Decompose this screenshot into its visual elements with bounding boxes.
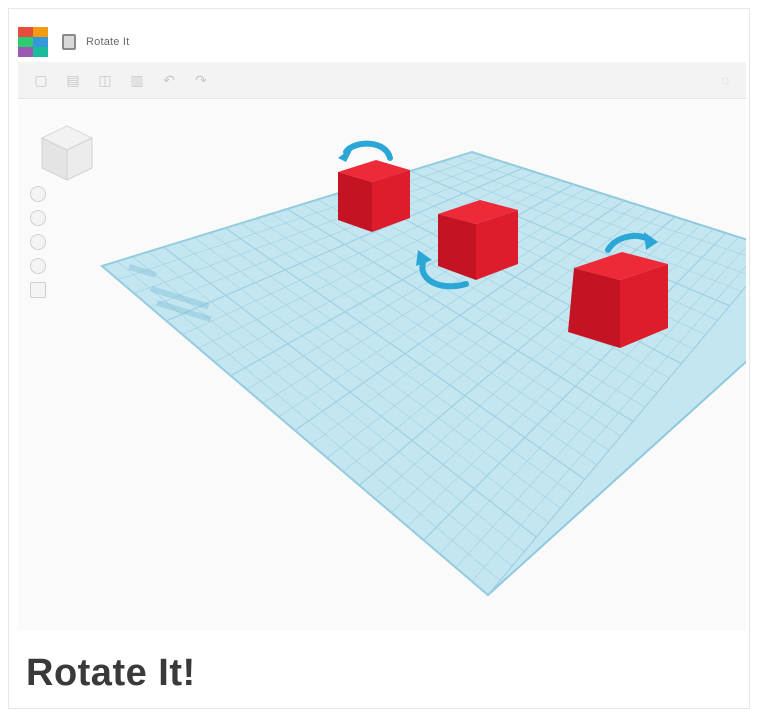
scene <box>99 140 746 597</box>
card-caption[interactable]: Rotate It! <box>26 652 196 695</box>
delete-icon[interactable]: ▥ <box>128 71 146 89</box>
undo-icon[interactable]: ↶ <box>160 71 178 89</box>
editor-toolbar: ▢ ▤ ◫ ▥ ↶ ↷ ◌ <box>18 62 746 99</box>
red-box-center[interactable] <box>438 200 518 280</box>
tinkercad-logo-icon[interactable] <box>18 27 48 57</box>
paste-icon[interactable]: ▤ <box>64 71 82 89</box>
app-titlebar: Rotate It <box>10 24 748 60</box>
redo-icon[interactable]: ↷ <box>192 71 210 89</box>
copy-icon[interactable]: ▢ <box>32 71 50 89</box>
lightbulb-icon[interactable]: ◌ <box>716 71 734 89</box>
document-title[interactable]: Rotate It <box>86 36 129 48</box>
rotate-arrow-left-icon[interactable] <box>338 140 393 162</box>
red-box-left[interactable] <box>338 160 410 232</box>
workplane[interactable] <box>99 150 746 597</box>
duplicate-icon[interactable]: ◫ <box>96 71 114 89</box>
document-icon <box>62 34 76 50</box>
red-box-right[interactable] <box>568 252 668 348</box>
3d-viewport[interactable] <box>18 100 746 630</box>
